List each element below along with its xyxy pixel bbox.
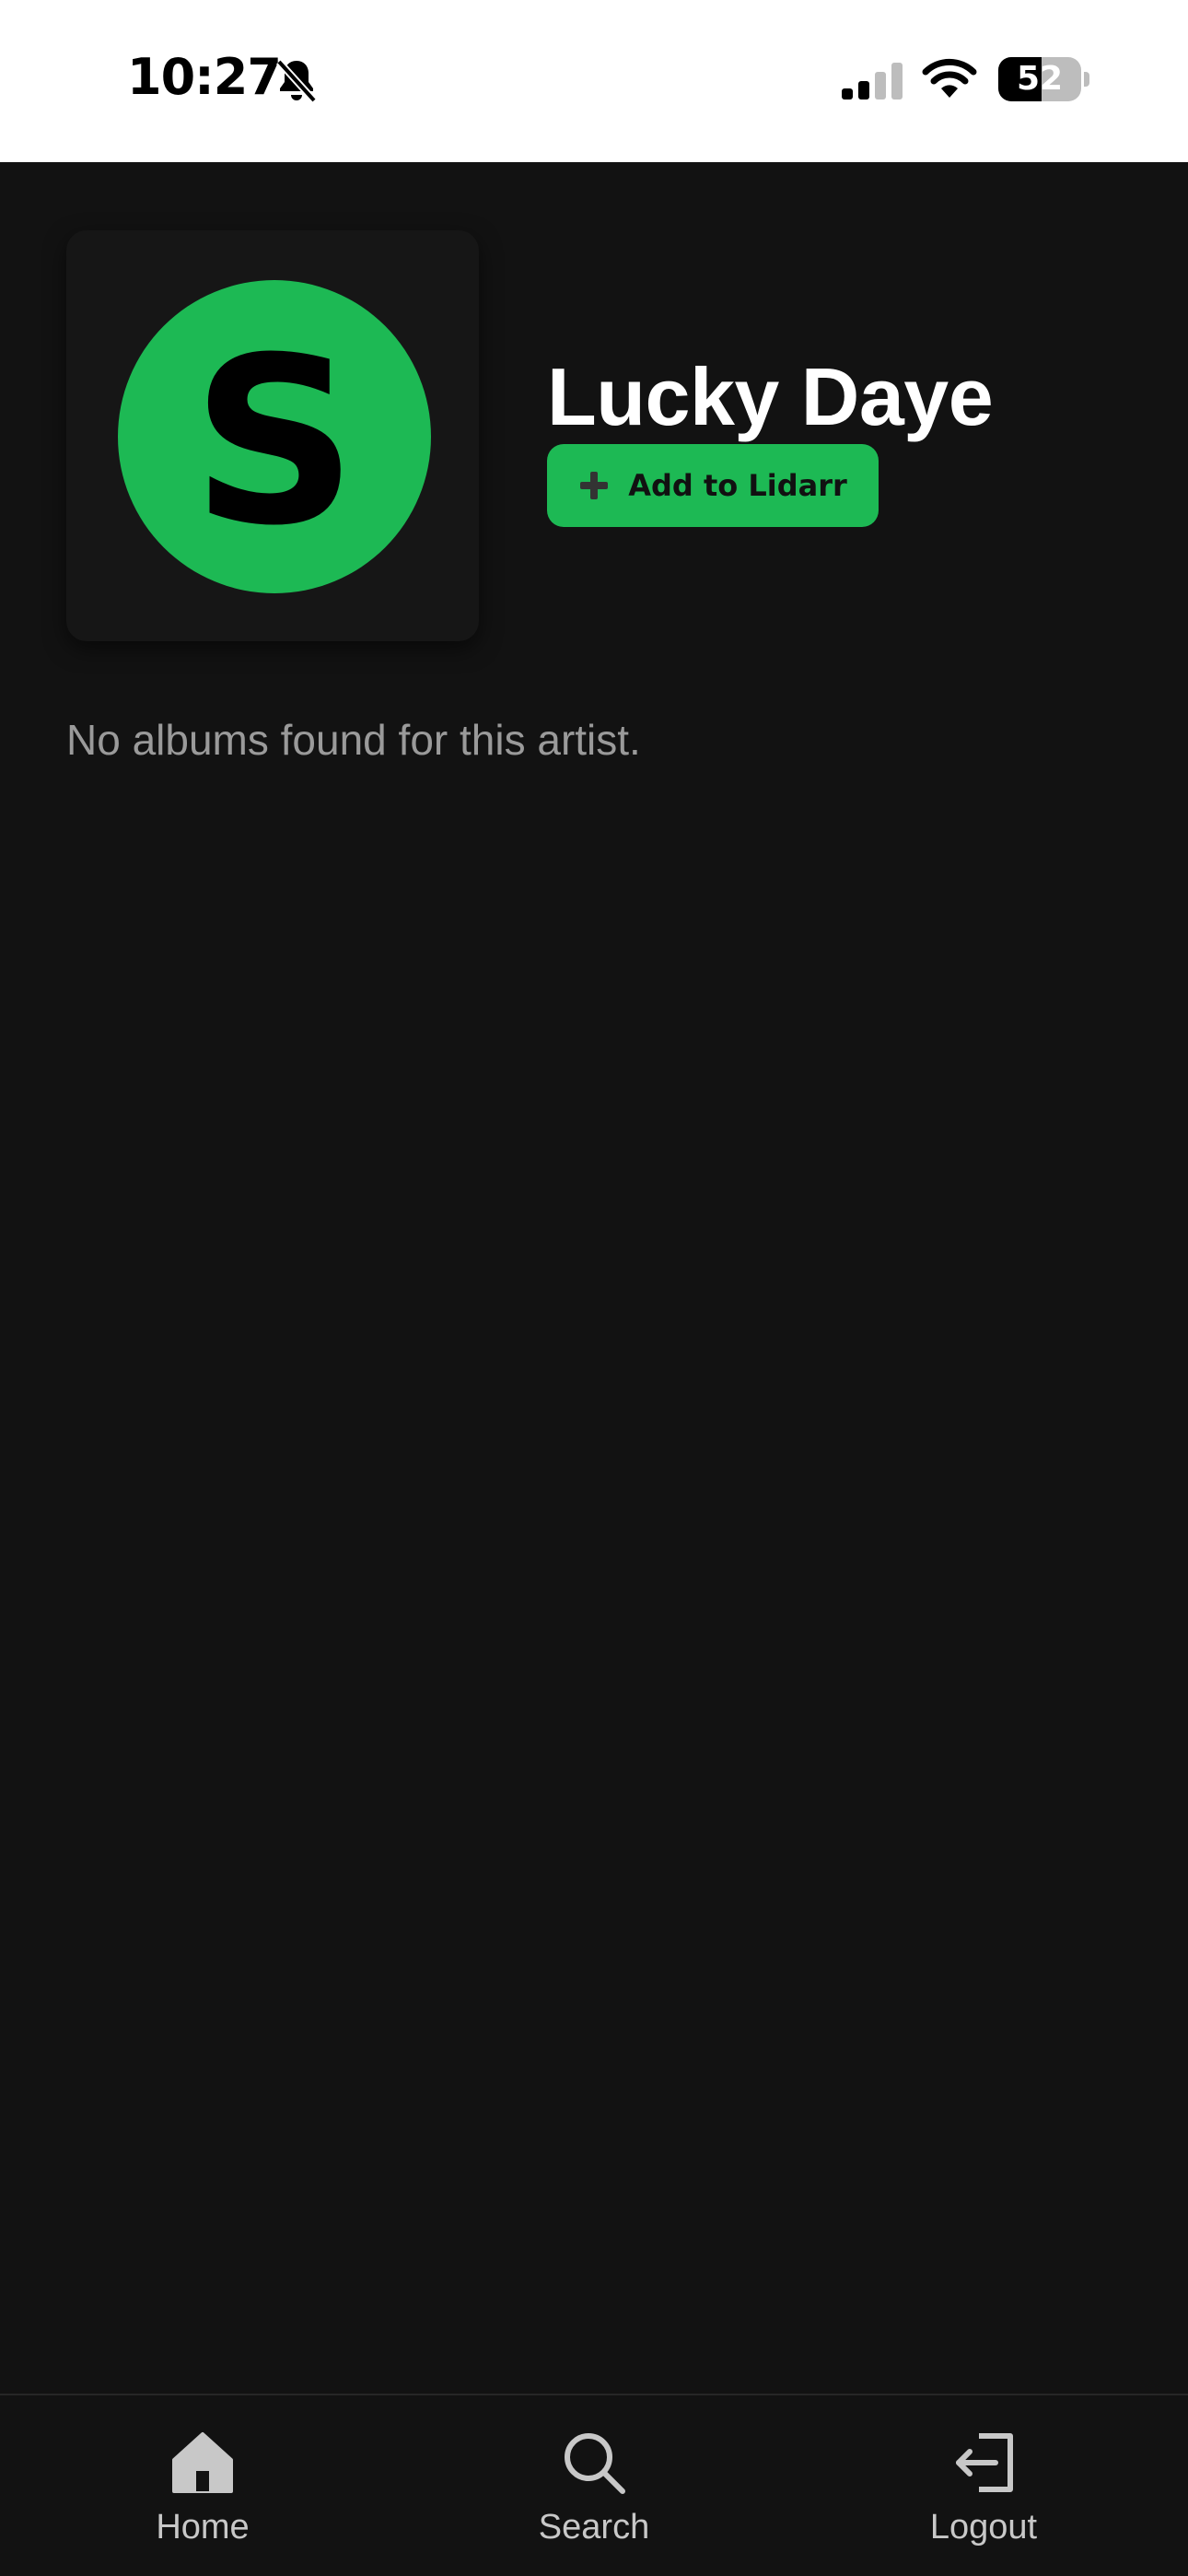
nav-home-label: Home [156, 2508, 250, 2547]
artist-name: Lucky Daye [547, 351, 994, 442]
bottom-nav: Home Search Logout [0, 2394, 1188, 2576]
battery-body: 52 [998, 57, 1081, 101]
status-bar: 10:27 52 [0, 0, 1188, 162]
home-icon [172, 2432, 233, 2493]
logout-icon [956, 2433, 1013, 2492]
status-time: 10:27 [127, 48, 282, 106]
nav-logout-label: Logout [929, 2508, 1038, 2547]
nav-search[interactable]: Search [456, 2395, 732, 2576]
bell-slash-icon [276, 59, 317, 103]
wifi-icon [922, 58, 977, 98]
battery-cap [1084, 72, 1089, 87]
battery-level: 52 [1016, 60, 1064, 98]
no-albums-message: No albums found for this artist. [66, 716, 641, 764]
spotify-s-logo: S [118, 280, 431, 593]
logo-letter: S [192, 308, 357, 576]
search-icon [565, 2433, 625, 2494]
plus-icon [580, 472, 609, 499]
add-to-lidarr-button[interactable]: Add to Lidarr [547, 444, 879, 527]
signal-icon [842, 63, 903, 100]
nav-search-label: Search [538, 2508, 650, 2547]
battery-icon: 52 [998, 57, 1090, 101]
nav-home[interactable]: Home [64, 2395, 341, 2576]
add-button-label: Add to Lidarr [628, 468, 847, 503]
artist-image-card: S [66, 230, 479, 641]
nav-logout[interactable]: Logout [845, 2395, 1122, 2576]
